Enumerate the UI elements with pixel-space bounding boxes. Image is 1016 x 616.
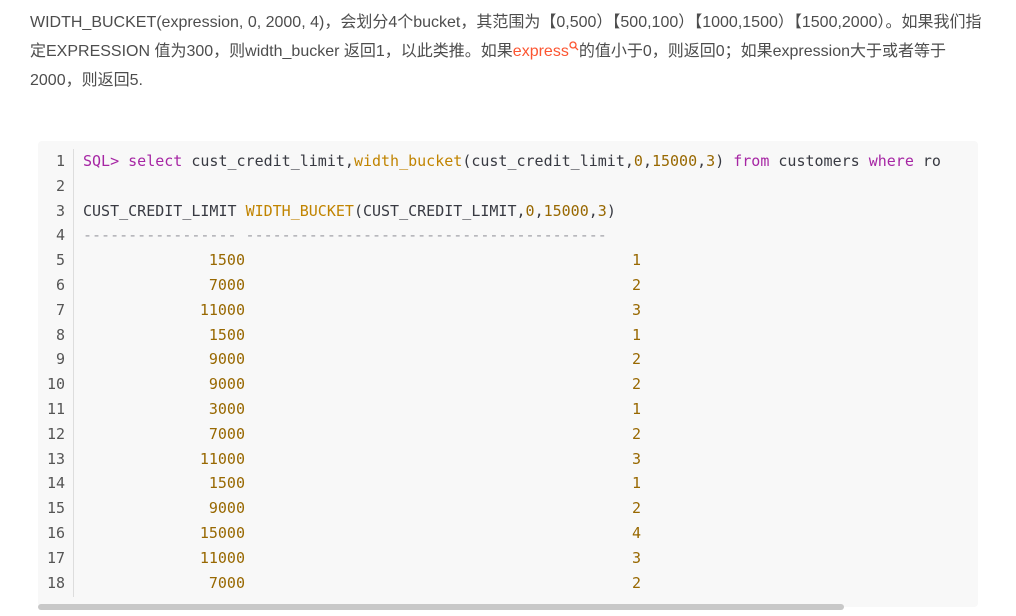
line-number: 10 [46, 375, 65, 394]
line-number: 2 [55, 176, 65, 195]
credit-limit-cell: 11000 [199, 548, 245, 567]
bucket-cell: 1 [631, 325, 641, 344]
result-row: 3000 1 [83, 397, 941, 422]
line-number: 1 [55, 152, 65, 170]
bucket-cell: 3 [631, 548, 641, 567]
result-row: 7000 2 [83, 422, 941, 447]
code-lines: SQL> select cust_credit_limit,width_buck… [83, 149, 941, 595]
bucket-cell: 2 [631, 375, 641, 394]
credit-limit-cell: 3000 [208, 399, 245, 418]
bucket-cell: 2 [631, 424, 641, 443]
result-row: 9000 2 [83, 496, 941, 521]
line-number: 17 [46, 548, 65, 567]
code-line-separator: ----------------- ----------------------… [83, 226, 607, 245]
line-number: 18 [46, 573, 65, 592]
line-number: 6 [55, 275, 65, 294]
credit-limit-cell: 7000 [208, 275, 245, 294]
bucket-cell: 2 [631, 573, 641, 592]
credit-limit-cell: 11000 [199, 300, 245, 319]
bucket-cell: 1 [631, 251, 641, 270]
bucket-cell: 3 [631, 300, 641, 319]
search-icon [569, 41, 579, 51]
credit-limit-cell: 11000 [199, 449, 245, 468]
bucket-cell: 2 [631, 275, 641, 294]
code-line-header: CUST_CREDIT_LIMIT WIDTH_BUCKET(CUST_CRED… [83, 201, 616, 220]
line-number: 4 [55, 226, 65, 245]
code-block: 1 2 3 4 5 6 7 8 9 10 11 12 13 14 15 16 17 18 SQL> select … [38, 141, 978, 607]
bucket-cell: 2 [631, 499, 641, 518]
line-number: 13 [46, 449, 65, 468]
line-number: 14 [46, 474, 65, 493]
result-row: 1500 1 [83, 248, 941, 273]
bucket-cell: 3 [631, 449, 641, 468]
result-row: 15000 4 [83, 521, 941, 546]
line-number: 9 [55, 350, 65, 369]
line-number: 5 [55, 251, 65, 270]
bucket-cell: 1 [631, 474, 641, 493]
line-number: 15 [46, 499, 65, 518]
credit-limit-cell: 9000 [208, 350, 245, 369]
result-row: 11000 3 [83, 546, 941, 571]
credit-limit-cell: 1500 [208, 251, 245, 270]
credit-limit-cell: 9000 [208, 375, 245, 394]
result-row: 9000 2 [83, 372, 941, 397]
credit-limit-cell: 7000 [208, 573, 245, 592]
description-paragraph: WIDTH_BUCKET(expression, 0, 2000, 4)，会划分… [30, 8, 990, 95]
result-row: 9000 2 [83, 347, 941, 372]
line-number-gutter: 1 2 3 4 5 6 7 8 9 10 11 12 13 14 15 16 17 18 [38, 149, 74, 597]
credit-limit-cell: 1500 [208, 325, 245, 344]
keyword-search-link[interactable]: express [513, 41, 579, 60]
line-number: 11 [46, 399, 65, 418]
result-row: 1500 1 [83, 471, 941, 496]
line-number: 12 [46, 424, 65, 443]
line-number: 7 [55, 300, 65, 319]
horizontal-scrollbar[interactable] [38, 604, 844, 610]
bucket-cell: 2 [631, 350, 641, 369]
bucket-cell: 4 [631, 523, 641, 542]
line-number: 16 [46, 523, 65, 542]
result-row: 7000 2 [83, 571, 941, 596]
bucket-cell: 1 [631, 399, 641, 418]
credit-limit-cell: 15000 [199, 523, 245, 542]
credit-limit-cell: 1500 [208, 474, 245, 493]
credit-limit-cell: 9000 [208, 499, 245, 518]
result-row: 11000 3 [83, 298, 941, 323]
code-line-query: SQL> select cust_credit_limit,width_buck… [83, 152, 941, 170]
result-row: 11000 3 [83, 447, 941, 472]
credit-limit-cell: 7000 [208, 424, 245, 443]
result-row: 7000 2 [83, 273, 941, 298]
line-number: 8 [55, 325, 65, 344]
line-number: 3 [55, 201, 65, 220]
result-row: 1500 1 [83, 323, 941, 348]
